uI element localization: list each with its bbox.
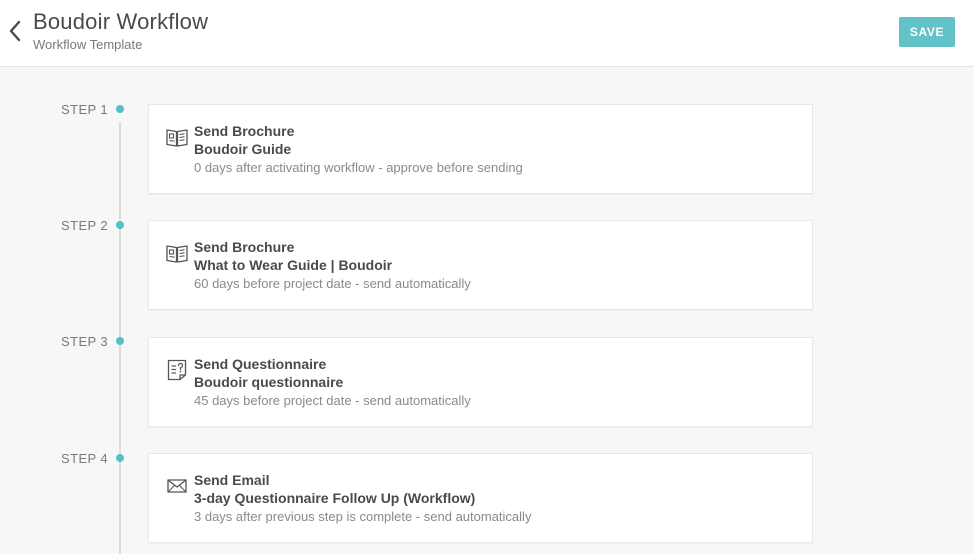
step-dot xyxy=(116,105,124,113)
step-label: STEP 2 xyxy=(61,218,108,233)
step-action: Send Questionnaire xyxy=(194,356,327,372)
workflow-step-card[interactable]: Send Brochure Boudoir Guide 0 days after… xyxy=(148,104,813,194)
questionnaire-icon xyxy=(165,358,189,382)
step-item-name: What to Wear Guide | Boudoir xyxy=(194,257,393,273)
page-title: Boudoir Workflow xyxy=(33,9,209,34)
chevron-left-icon xyxy=(9,20,21,42)
step-item-name: Boudoir questionnaire xyxy=(194,374,344,390)
step-action: Send Email xyxy=(194,472,270,488)
step-label: STEP 3 xyxy=(61,334,108,349)
step-dot xyxy=(116,337,124,345)
email-icon xyxy=(165,474,189,498)
back-button[interactable] xyxy=(4,18,26,44)
page-subtitle: Workflow Template xyxy=(33,37,143,52)
step-dot xyxy=(116,454,124,462)
step-item-name: Boudoir Guide xyxy=(194,141,292,157)
workflow-step-card[interactable]: Send Brochure What to Wear Guide | Boudo… xyxy=(148,220,813,310)
brochure-icon xyxy=(165,125,189,149)
step-action: Send Brochure xyxy=(194,123,295,139)
workflow-step-card[interactable]: Send Email 3-day Questionnaire Follow Up… xyxy=(148,453,813,543)
workflow-step-card[interactable]: Send Questionnaire Boudoir questionnaire… xyxy=(148,337,813,427)
brochure-icon xyxy=(165,241,189,265)
step-timing: 3 days after previous step is complete -… xyxy=(194,509,532,524)
step-timing: 0 days after activating workflow - appro… xyxy=(194,160,523,175)
step-item-name: 3-day Questionnaire Follow Up (Workflow) xyxy=(194,490,476,506)
page-header: Boudoir Workflow Workflow Template SAVE xyxy=(0,0,974,67)
step-timing: 45 days before project date - send autom… xyxy=(194,393,471,408)
step-action: Send Brochure xyxy=(194,239,295,255)
step-label: STEP 4 xyxy=(61,451,108,466)
step-timing: 60 days before project date - send autom… xyxy=(194,276,471,291)
step-dot xyxy=(116,221,124,229)
save-button[interactable]: SAVE xyxy=(899,17,955,47)
step-label: STEP 1 xyxy=(61,102,108,117)
